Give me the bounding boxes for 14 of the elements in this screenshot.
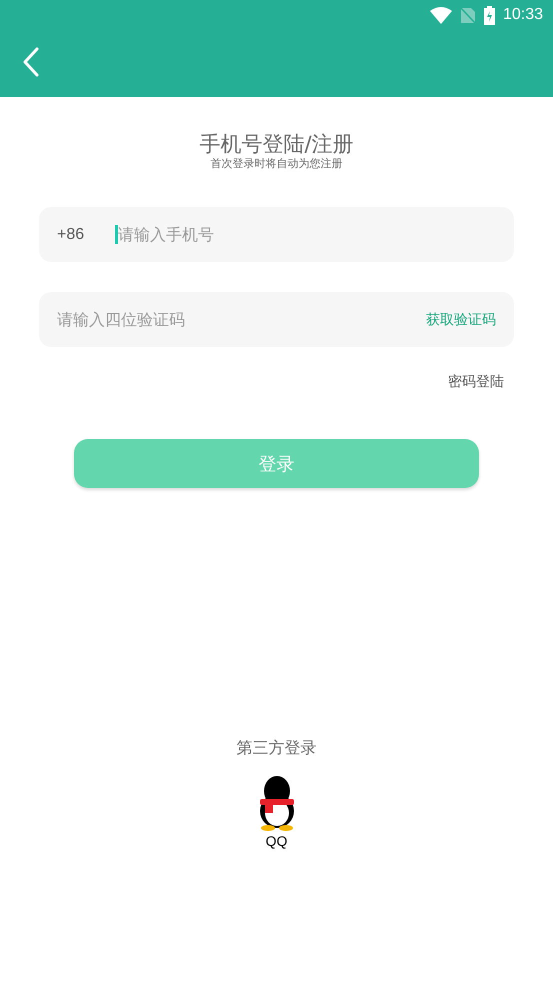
code-input[interactable]: 请输入四位验证码 <box>57 310 426 329</box>
page-title: 手机号登陆/注册 <box>199 131 354 157</box>
page-subtitle: 首次登录时将自动为您注册 <box>210 157 342 171</box>
status-time: 10:33 <box>502 6 543 24</box>
no-sim-icon <box>460 6 476 24</box>
country-code: +86 <box>57 226 86 244</box>
battery-charging-icon <box>484 6 495 24</box>
password-login-link[interactable]: 密码登陆 <box>448 373 504 391</box>
phone-input[interactable]: 请输入手机号 <box>115 225 496 244</box>
qq-login-button[interactable]: QQ <box>252 775 300 849</box>
back-button[interactable] <box>22 46 40 76</box>
wifi-icon <box>430 6 452 24</box>
third-party-title: 第三方登录 <box>236 738 316 759</box>
phone-field[interactable]: +86 请输入手机号 <box>39 207 514 262</box>
